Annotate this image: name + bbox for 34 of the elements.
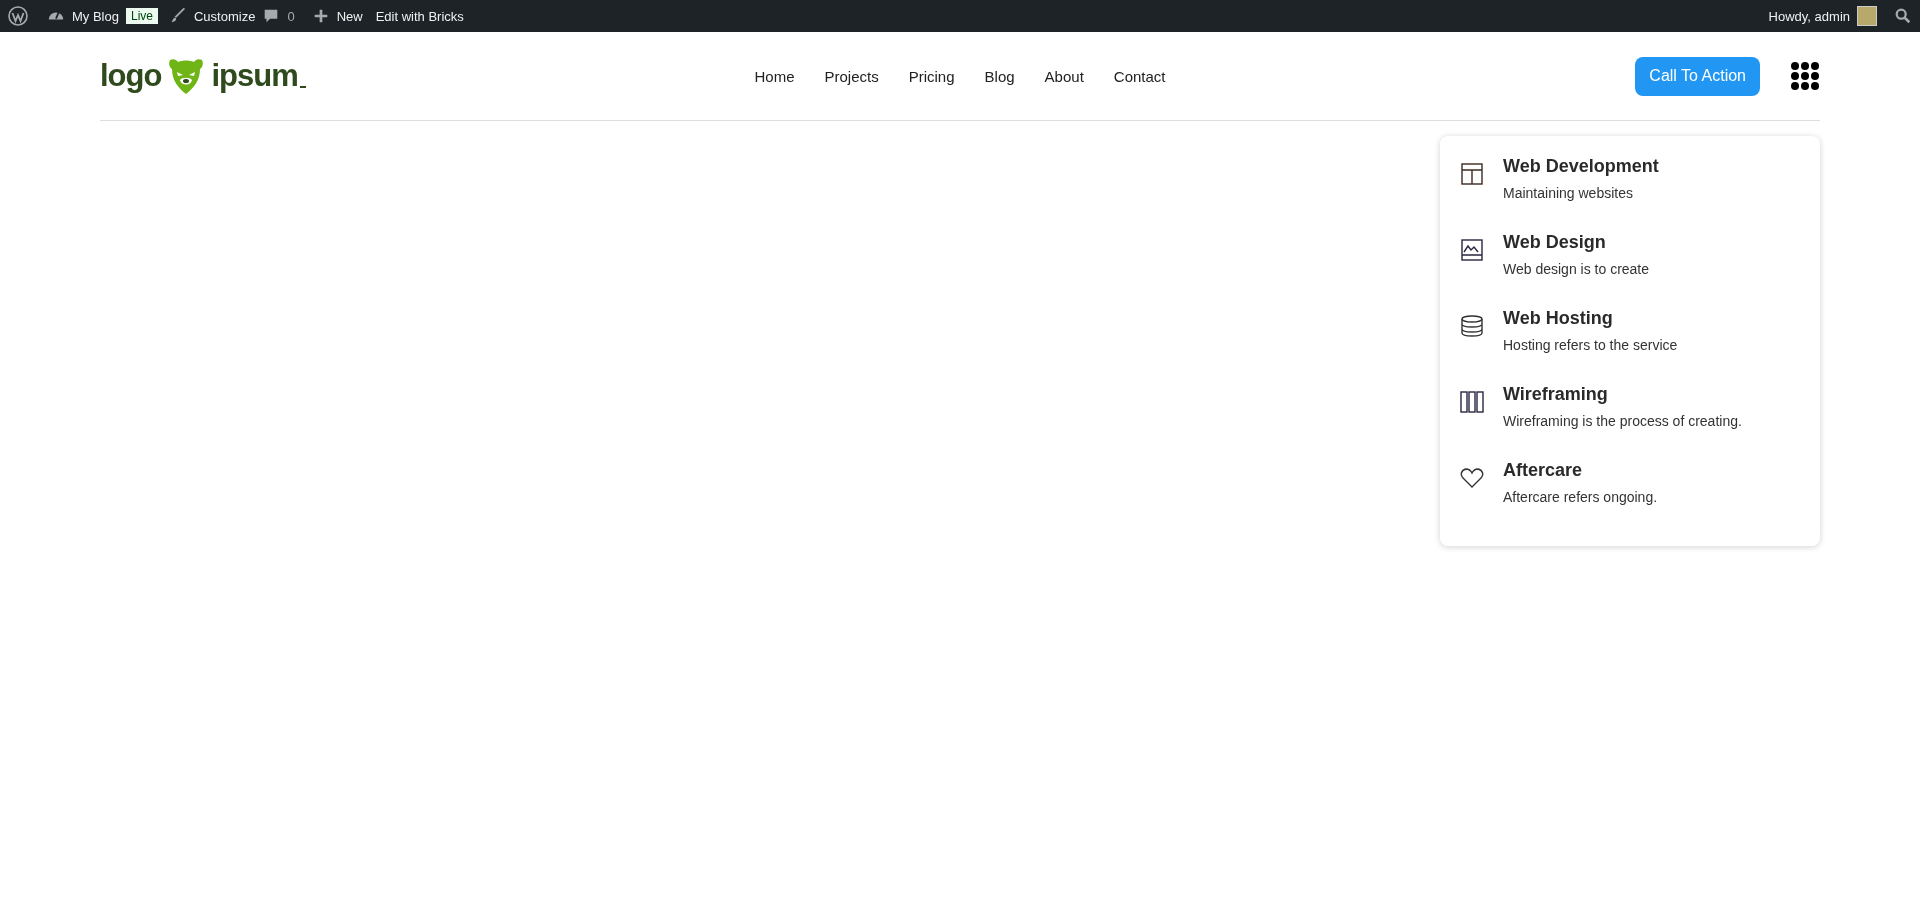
nav-link[interactable]: About [1044,67,1084,85]
nav-link[interactable]: Contact [1113,67,1166,85]
menu-item-title[interactable]: Wireframing [1503,384,1742,405]
nav-link[interactable]: Home [754,67,795,85]
menu-item-title[interactable]: Aftercare [1503,460,1658,481]
customize-link[interactable]: Customize [194,8,256,24]
greeting-link[interactable]: Howdy, admin [1768,8,1850,24]
nav-link[interactable]: Pricing [908,67,955,85]
search-icon[interactable] [1894,7,1912,25]
comments-count[interactable]: 0 [287,8,295,24]
menu-item-title[interactable]: Web Development [1503,156,1659,177]
layout-icon [1460,162,1484,186]
new-link[interactable]: New [336,8,363,24]
grid-menu-icon[interactable] [1790,61,1820,91]
columns-icon [1460,390,1484,414]
nav-link[interactable]: Projects [824,67,879,85]
menu-item-description: Wireframing is the process of creating. [1503,413,1742,429]
database-icon [1460,314,1484,338]
menu-item-description: Aftercare refers ongoing. [1503,489,1658,505]
image-icon [1460,238,1484,262]
nav-link[interactable]: Blog [984,67,1015,85]
paintbrush-icon[interactable] [169,7,187,25]
live-badge: Live [125,8,158,24]
menu-item-title[interactable]: Web Hosting [1503,308,1678,329]
menu-item-description: Hosting refers to the service [1503,337,1678,353]
menu-item-description: Web design is to create [1503,261,1650,277]
heart-icon [1460,466,1484,490]
logo-text: ipsum [211,58,298,94]
wordpress-logo-icon[interactable] [8,6,28,26]
menu-item-title[interactable]: Web Design [1503,232,1650,253]
logo-text: logo [100,58,162,94]
edit-with-bricks-link[interactable]: Edit with Bricks [375,8,464,24]
menu-item-description: Maintaining websites [1503,185,1634,201]
site-name-link[interactable]: My Blog [72,8,119,24]
